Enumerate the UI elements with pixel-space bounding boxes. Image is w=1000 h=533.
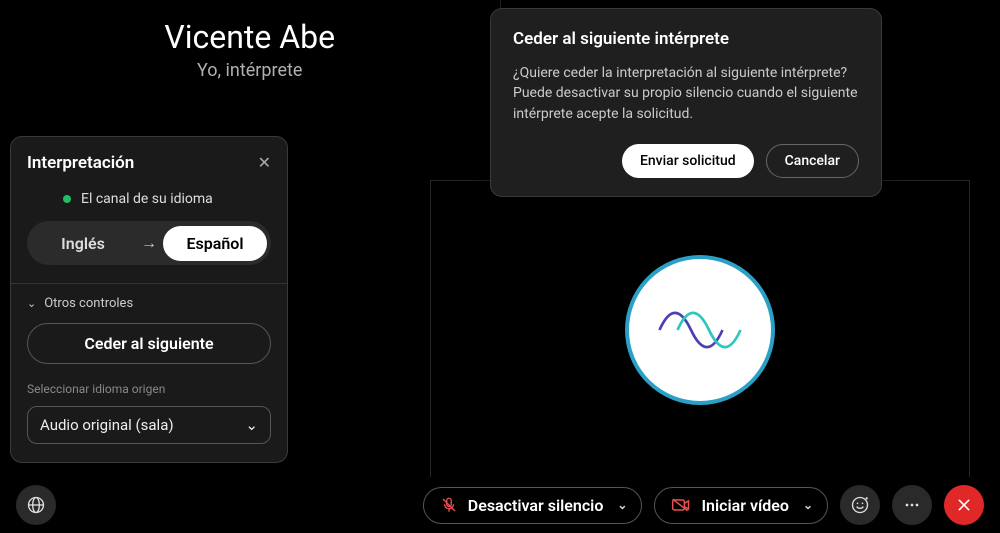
send-request-button[interactable]: Enviar solicitud: [622, 144, 754, 178]
video-toggle-button[interactable]: Iniciar vídeo ⌄: [654, 487, 828, 524]
interpretation-globe-button[interactable]: [16, 485, 56, 525]
close-icon[interactable]: ✕: [258, 155, 271, 171]
close-icon: [956, 497, 972, 513]
participant-name: Vicente Abe: [0, 18, 500, 56]
participant-role: Yo, intérprete: [0, 60, 500, 81]
more-options-button[interactable]: [892, 485, 932, 525]
language-direction-toggle[interactable]: Inglés → Español: [27, 221, 271, 265]
chevron-down-icon: ⌄: [27, 297, 36, 310]
arrow-right-icon: →: [135, 233, 163, 253]
interpretation-panel: Interpretación ✕ El canal de su idioma I…: [10, 136, 288, 463]
modal-title: Ceder al siguiente intérprete: [513, 29, 859, 49]
leave-call-button[interactable]: [944, 485, 984, 525]
source-language-label: Seleccionar idioma origen: [27, 382, 271, 396]
mute-toggle-label: Desactivar silencio: [468, 496, 604, 515]
smile-icon: [850, 495, 870, 515]
globe-icon: [26, 495, 46, 515]
chevron-down-icon[interactable]: ⌄: [803, 498, 813, 512]
mute-toggle-button[interactable]: Desactivar silencio ⌄: [423, 487, 643, 524]
chevron-down-icon[interactable]: ⌄: [617, 498, 627, 512]
video-toggle-label: Iniciar vídeo: [701, 496, 788, 515]
language-channel-label: El canal de su idioma: [81, 191, 213, 207]
chevron-down-icon: ⌄: [245, 416, 258, 434]
avatar-wave-icon: [655, 300, 745, 360]
video-area: [430, 180, 970, 480]
source-language-select[interactable]: Audio original (sala) ⌄: [27, 406, 271, 444]
divider: [11, 283, 287, 284]
reactions-button[interactable]: [840, 485, 880, 525]
microphone-muted-icon: [440, 496, 458, 514]
modal-body: ¿Quiere ceder la interpretación al sigui…: [513, 63, 859, 124]
language-from[interactable]: Inglés: [31, 226, 135, 261]
ellipsis-icon: [902, 495, 922, 515]
camera-off-icon: [671, 497, 691, 513]
source-language-value: Audio original (sala): [40, 416, 174, 434]
other-controls-label: Otros controles: [44, 296, 133, 311]
handover-confirm-modal: Ceder al siguiente intérprete ¿Quiere ce…: [490, 8, 882, 197]
other-controls-toggle[interactable]: ⌄ Otros controles: [27, 296, 271, 311]
language-channel-indicator: El canal de su idioma: [63, 191, 271, 207]
status-dot-icon: [63, 195, 71, 203]
bottom-control-bar: Desactivar silencio ⌄ Iniciar vídeo ⌄: [0, 477, 1000, 533]
language-to[interactable]: Español: [163, 226, 267, 261]
cancel-button[interactable]: Cancelar: [766, 144, 859, 178]
interpretation-title: Interpretación: [27, 153, 134, 173]
handover-button[interactable]: Ceder al siguiente: [27, 323, 271, 364]
avatar: [625, 255, 775, 405]
